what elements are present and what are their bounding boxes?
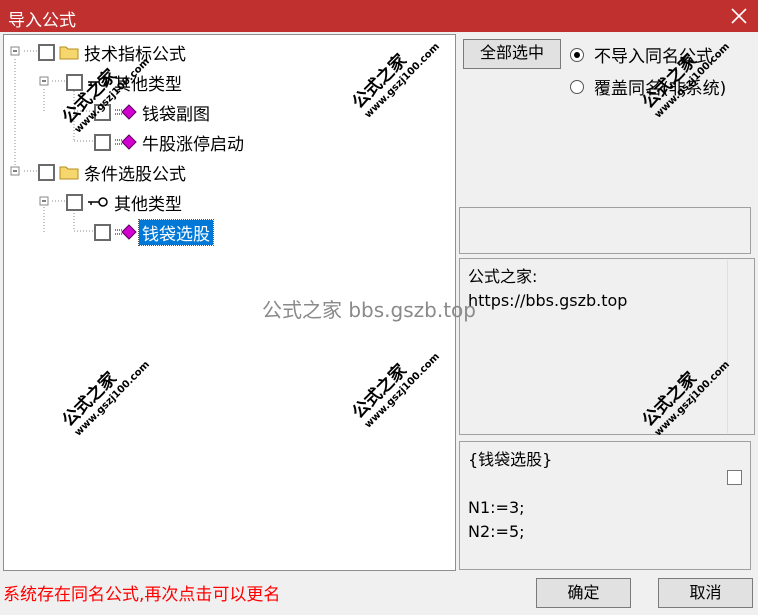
formula-gem-icon (115, 224, 137, 240)
tree-node-other-type-2[interactable]: 其他类型 (66, 191, 185, 215)
radio-indicator[interactable] (570, 79, 584, 94)
formula-header: {钱袋选股} (468, 450, 553, 469)
folder-icon (59, 166, 79, 180)
empty-panel (459, 207, 751, 254)
key-icon (88, 197, 108, 207)
tree-node-niugu[interactable]: 牛股涨停启动 (94, 131, 247, 155)
radio-indicator[interactable] (570, 47, 584, 62)
formula-panel: {钱袋选股} N1:=3; N2:=5; (459, 441, 751, 570)
ok-button[interactable]: 确定 (536, 578, 631, 608)
formula-gem-icon (115, 104, 137, 120)
tree-node-checkbox[interactable] (94, 223, 111, 241)
center-watermark: 公式之家 bbs.gszb.top (262, 298, 476, 322)
info-scrollbar[interactable] (727, 260, 753, 433)
tree-node-checkbox[interactable] (94, 133, 111, 151)
formula-checkbox[interactable] (727, 470, 742, 485)
tree-node-label: 其他类型 (114, 194, 182, 215)
tree-node-qiandai-xuangu[interactable]: 钱袋选股 (94, 218, 214, 246)
tree-node-label: 钱袋副图 (142, 104, 210, 125)
close-icon[interactable] (728, 3, 750, 27)
title-bar: 导入公式 (0, 0, 758, 32)
tree-node-checkbox[interactable] (38, 163, 55, 181)
tree-node-checkbox[interactable] (38, 43, 55, 61)
cancel-button[interactable]: 取消 (658, 578, 753, 608)
select-all-button[interactable]: 全部选中 (463, 39, 561, 69)
info-line: 公式之家: (468, 267, 538, 286)
tree-node-condition-select[interactable]: 条件选股公式 (38, 161, 189, 185)
folder-icon (59, 46, 79, 60)
status-message: 系统存在同名公式,再次点击可以更名 (3, 585, 281, 605)
tree-node-qiandai-futu[interactable]: 钱袋副图 (94, 101, 213, 125)
window-title: 导入公式 (8, 11, 76, 31)
info-link: https://bbs.gszb.top (468, 291, 628, 310)
tree-node-label: 条件选股公式 (84, 164, 186, 185)
formula-gem-icon (115, 134, 137, 150)
formula-line: N1:=3; (468, 498, 525, 517)
tree-node-checkbox[interactable] (66, 73, 83, 91)
tree-node-label-selected: 钱袋选股 (138, 218, 214, 246)
tree-node-checkbox[interactable] (66, 193, 83, 211)
formula-line: N2:=5; (468, 522, 525, 541)
tree-node-label: 牛股涨停启动 (142, 134, 244, 155)
